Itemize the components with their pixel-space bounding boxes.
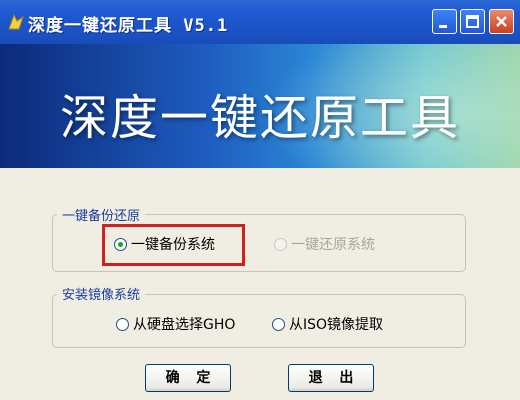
ok-button[interactable]: 确 定	[145, 364, 231, 392]
window-title: 深度一键还原工具 V5.1	[28, 16, 229, 36]
highlight-box	[102, 224, 245, 266]
from-iso-label: 从ISO镜像提取	[289, 317, 384, 333]
minimize-button[interactable]	[432, 9, 457, 34]
close-icon	[496, 16, 507, 27]
maximize-icon	[466, 15, 479, 28]
minimize-icon	[439, 25, 447, 28]
radio-indicator	[274, 237, 287, 251]
close-button[interactable]	[489, 9, 514, 34]
from-disk-gho-radio[interactable]: 从硬盘选择GHO	[116, 314, 235, 334]
restore-system-radio[interactable]: 一键还原系统	[274, 234, 375, 254]
app-icon	[8, 13, 24, 30]
app-window: 深度一键还原工具 V5.1 深度一键还原工具 一键备份还原 一键备份系统 一键还…	[0, 0, 520, 400]
radio-indicator	[272, 317, 285, 331]
radio-indicator	[116, 317, 129, 331]
from-iso-radio[interactable]: 从ISO镜像提取	[272, 314, 383, 334]
backup-restore-legend: 一键备份还原	[57, 205, 146, 224]
title-bar[interactable]: 深度一键还原工具 V5.1	[0, 0, 520, 44]
banner-title: 深度一键还原工具	[59, 90, 460, 146]
exit-button[interactable]: 退 出	[288, 364, 374, 392]
restore-system-label: 一键还原系统	[291, 237, 375, 253]
maximize-button[interactable]	[460, 9, 485, 34]
install-image-legend: 安装镜像系统	[57, 284, 146, 303]
from-disk-gho-label: 从硬盘选择GHO	[133, 317, 236, 333]
header-banner: 深度一键还原工具	[0, 44, 520, 168]
